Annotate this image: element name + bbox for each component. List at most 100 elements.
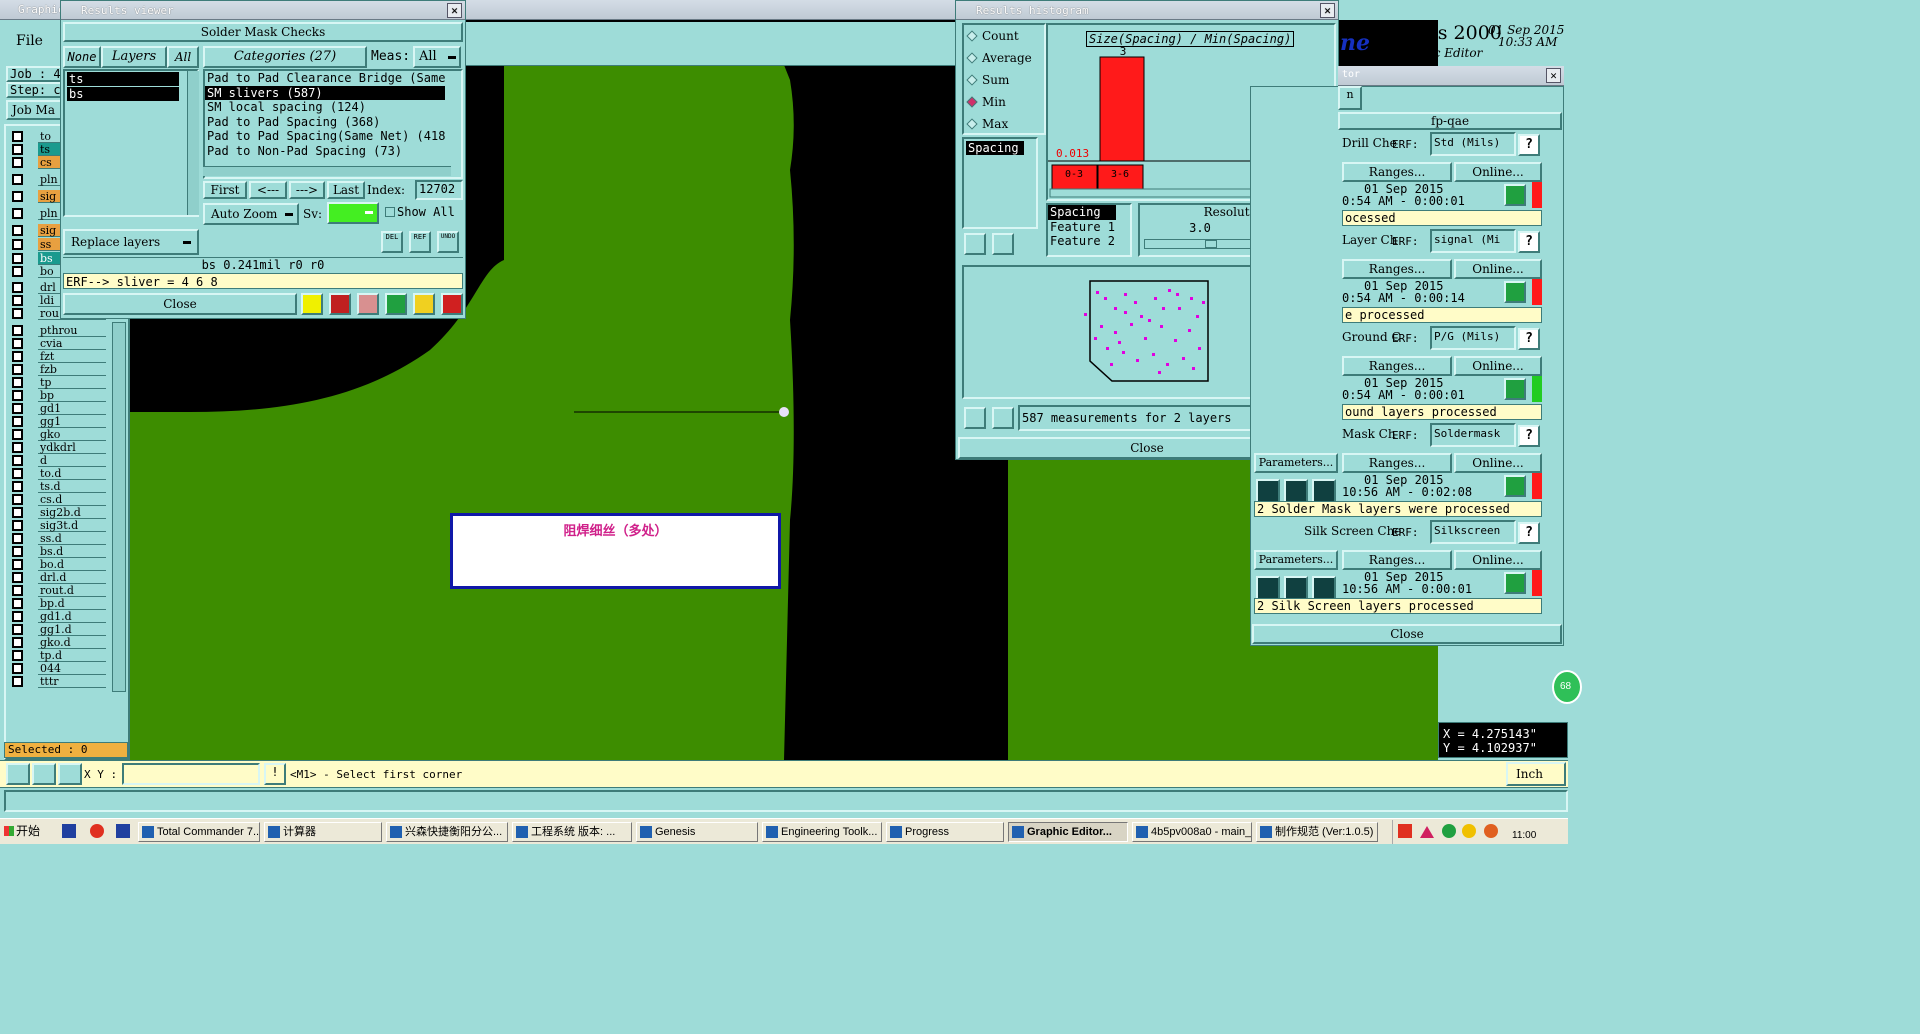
layer-row[interactable]: bo.d: [12, 558, 106, 571]
layer-checkbox[interactable]: [12, 481, 23, 492]
layer-checkbox[interactable]: [12, 191, 23, 202]
radio-icon[interactable]: [966, 118, 978, 130]
units-dropdown[interactable]: Inch: [1506, 762, 1566, 786]
taskbar-item[interactable]: Genesis: [636, 822, 758, 842]
layer-checkbox[interactable]: [12, 253, 23, 264]
help-icon[interactable]: ?: [1518, 328, 1540, 350]
layer-row[interactable]: ss.d: [12, 532, 106, 545]
radio-icon[interactable]: [966, 52, 978, 64]
field-item[interactable]: Feature 1: [1048, 220, 1116, 235]
parameters-button[interactable]: Parameters...: [1254, 550, 1338, 570]
layer-checkbox[interactable]: [12, 208, 23, 219]
layer-row[interactable]: tttr: [12, 675, 106, 688]
erf-field[interactable]: Std (Mils): [1430, 132, 1516, 156]
layer-checkbox[interactable]: [12, 308, 23, 319]
run-icon[interactable]: [1312, 576, 1336, 600]
layer-checkbox[interactable]: [12, 351, 23, 362]
layer-row[interactable]: cs.d: [12, 493, 106, 506]
show-all-checkbox[interactable]: [385, 207, 395, 217]
prev-button[interactable]: <---: [249, 181, 287, 199]
layer-checkbox[interactable]: [12, 338, 23, 349]
histogram-bar[interactable]: [1099, 56, 1145, 162]
erf-field[interactable]: signal (Mi: [1430, 229, 1516, 253]
layer-checkbox[interactable]: [12, 390, 23, 401]
taskbar-item[interactable]: Total Commander 7...: [138, 822, 260, 842]
layers-all-button[interactable]: All: [167, 46, 199, 68]
run-icon[interactable]: [1256, 479, 1280, 503]
help-icon[interactable]: ?: [1518, 231, 1540, 253]
viewer-category-list[interactable]: Pad to Pad Clearance Bridge (Same SM sliv…: [203, 69, 463, 179]
layer-row[interactable]: d: [12, 454, 106, 467]
next-button[interactable]: --->: [289, 181, 325, 199]
hist-del-button[interactable]: [964, 233, 986, 255]
layer-row[interactable]: tp.d: [12, 649, 106, 662]
category-item[interactable]: Pad to Non-Pad Spacing (73): [205, 144, 445, 159]
tray-icon-4[interactable]: [1462, 824, 1476, 838]
taskbar-item[interactable]: 4b5pv008a0 - main_qa: [1132, 822, 1252, 842]
ranges-button[interactable]: Ranges...: [1342, 259, 1452, 279]
layer-row[interactable]: cvia: [12, 337, 106, 350]
hist-ref-button[interactable]: [992, 233, 1014, 255]
sv-color-dropdown[interactable]: [327, 202, 379, 224]
online-button[interactable]: Online...: [1454, 162, 1542, 182]
layer-checkbox[interactable]: [12, 533, 23, 544]
taskbar-item[interactable]: 兴森快捷衡阳分公...: [386, 822, 508, 842]
layer-row[interactable]: gd1: [12, 402, 106, 415]
del-button[interactable]: DEL: [381, 231, 403, 253]
close-icon[interactable]: ✕: [447, 3, 462, 18]
cross-icon[interactable]: [357, 293, 379, 315]
zoom-icon[interactable]: [1504, 378, 1526, 400]
layer-checkbox[interactable]: [12, 663, 23, 674]
zoom-icon[interactable]: [1504, 184, 1526, 206]
index-input[interactable]: 12702: [415, 180, 463, 200]
histogram-icon[interactable]: [441, 293, 463, 315]
layer-row[interactable]: gg1.d: [12, 623, 106, 636]
close-icon[interactable]: ✕: [1320, 3, 1335, 18]
ranges-button[interactable]: Ranges...: [1342, 550, 1452, 570]
run-icon[interactable]: [1284, 479, 1308, 503]
help-icon[interactable]: ?: [1518, 522, 1540, 544]
radio-icon[interactable]: [966, 30, 978, 42]
layer-scrollbar[interactable]: [112, 322, 126, 692]
layer-checkbox[interactable]: [12, 598, 23, 609]
layer-row[interactable]: rout.d: [12, 584, 106, 597]
layer-checkbox[interactable]: [12, 364, 23, 375]
layer-checkbox[interactable]: [12, 546, 23, 557]
layer-checkbox[interactable]: [12, 494, 23, 505]
layer-checkbox[interactable]: [12, 225, 23, 236]
layer-checkbox[interactable]: [12, 637, 23, 648]
grid-tool-icon[interactable]: [58, 763, 82, 785]
field-item[interactable]: Spacing: [1048, 205, 1116, 220]
run-icon[interactable]: [1312, 479, 1336, 503]
layer-checkbox[interactable]: [12, 266, 23, 277]
layer-checkbox[interactable]: [12, 611, 23, 622]
undo-button[interactable]: UNDO: [437, 231, 459, 253]
layer-row[interactable]: gg1: [12, 415, 106, 428]
layer-checkbox[interactable]: [12, 624, 23, 635]
viewer-layer-list-scroll[interactable]: [187, 71, 199, 215]
ranges-button[interactable]: Ranges...: [1342, 162, 1452, 182]
layer-row[interactable]: bp: [12, 389, 106, 402]
ref-button[interactable]: REF: [409, 231, 431, 253]
layer-row[interactable]: tp: [12, 376, 106, 389]
run-icon[interactable]: [1284, 576, 1308, 600]
ranges-button[interactable]: Ranges...: [1342, 356, 1452, 376]
layers-none-button[interactable]: None: [63, 46, 101, 68]
layer-row[interactable]: drl.d: [12, 571, 106, 584]
zoom-icon[interactable]: [1504, 475, 1526, 497]
category-item[interactable]: Pad to Pad Clearance Bridge (Same: [205, 71, 445, 86]
checklist-close-button[interactable]: Close: [1252, 624, 1562, 644]
layer-row[interactable]: bp.d: [12, 597, 106, 610]
histogram-field-list[interactable]: Spacing Feature 1 Feature 2: [1046, 203, 1132, 257]
layer-row[interactable]: pthrou: [12, 324, 106, 337]
taskbar-item[interactable]: Progress: [886, 822, 1004, 842]
layer-row[interactable]: ts.d: [12, 480, 106, 493]
xy-input[interactable]: [122, 763, 260, 785]
tray-icon-1[interactable]: [1398, 824, 1412, 838]
option-average[interactable]: Average: [966, 51, 1032, 65]
option-count[interactable]: Count: [966, 29, 1019, 43]
layer-checkbox[interactable]: [12, 429, 23, 440]
viewer-close-button[interactable]: Close: [63, 293, 297, 315]
layer-list-item[interactable]: ts: [67, 72, 179, 86]
option-sum[interactable]: Sum: [966, 73, 1009, 87]
